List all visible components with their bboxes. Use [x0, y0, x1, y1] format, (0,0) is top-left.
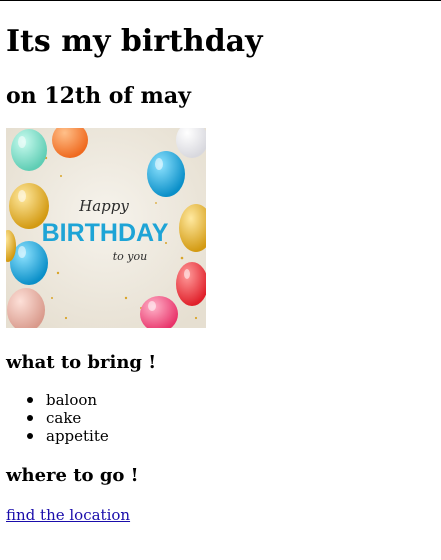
list-item: cake [6, 409, 109, 427]
hero-line-1: Happy [78, 197, 129, 215]
list-item-label: cake [46, 409, 82, 427]
hero-line-3: to you [113, 250, 147, 263]
event-date-heading: on 12th of may [6, 83, 191, 109]
page: Its my birthday on 12th of may Happy BIR… [0, 0, 441, 560]
find-location-link[interactable]: find the location [6, 506, 130, 524]
hero-line-2: BIRTHDAY [42, 219, 169, 247]
what-to-bring-heading: what to bring ! [6, 352, 157, 373]
list-item: baloon [6, 391, 109, 409]
birthday-balloons-illustration: Happy BIRTHDAY to you [6, 128, 206, 328]
bring-list: baloon cake appetite [6, 391, 109, 445]
bullet-icon [27, 415, 33, 421]
list-item: appetite [6, 427, 109, 445]
page-title: Its my birthday [6, 24, 263, 59]
list-item-label: appetite [46, 427, 109, 445]
birthday-image: Happy BIRTHDAY to you [6, 128, 206, 328]
where-to-go-heading: where to go ! [6, 465, 139, 486]
bullet-icon [27, 397, 33, 403]
bullet-icon [27, 433, 33, 439]
list-item-label: baloon [46, 391, 98, 409]
